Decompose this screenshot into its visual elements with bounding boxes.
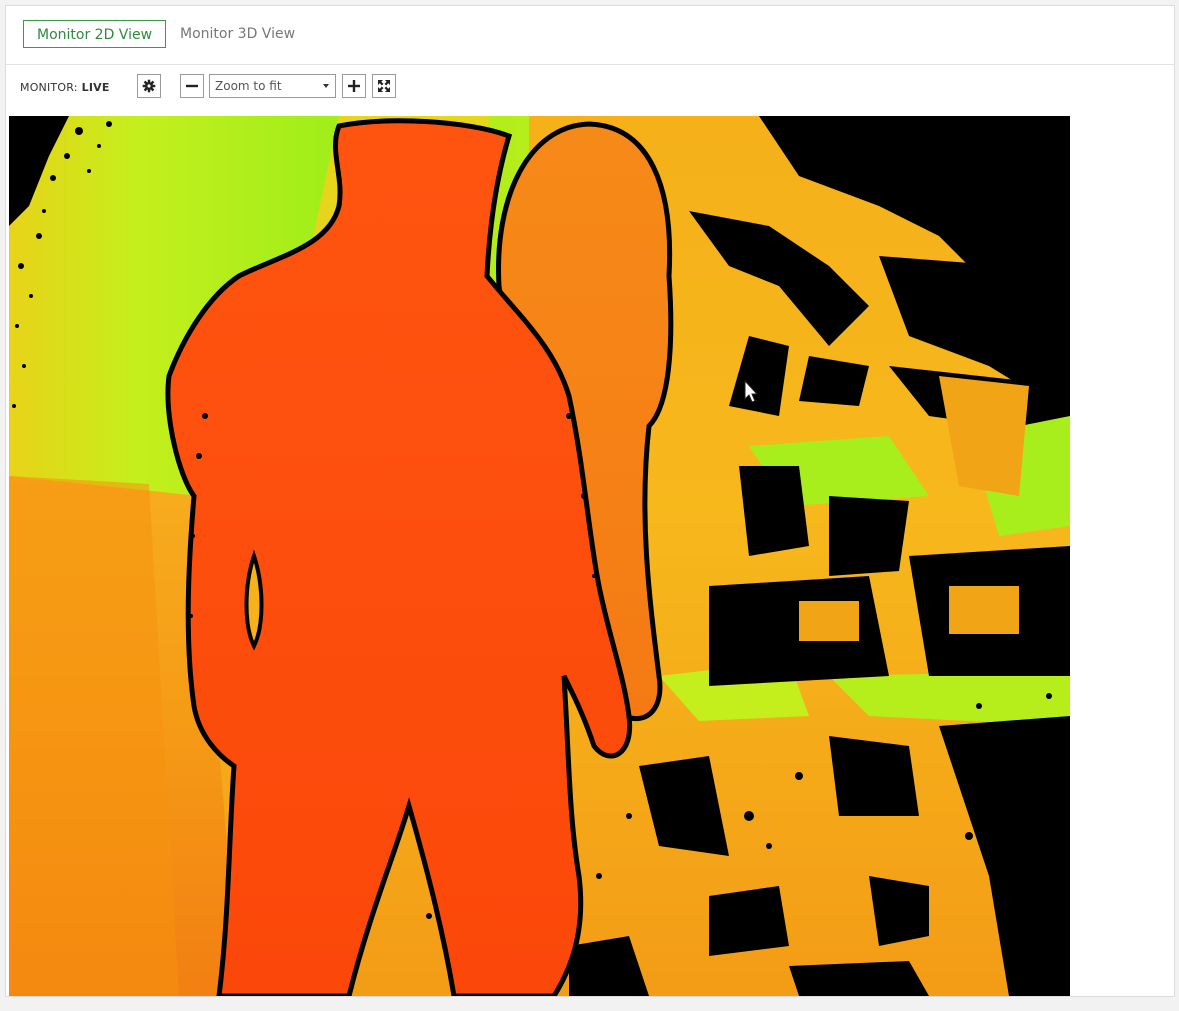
fit-to-screen-button[interactable] [372, 74, 396, 98]
settings-button[interactable] [137, 74, 161, 98]
plus-icon [348, 80, 360, 92]
zoom-in-button[interactable] [342, 74, 366, 98]
zoom-select[interactable]: Zoom to fit [209, 74, 336, 98]
monitor-label-text: MONITOR: [20, 81, 78, 94]
zoom-select-value: Zoom to fit [215, 79, 282, 93]
tab-monitor-3d-view[interactable]: Monitor 3D View [167, 20, 308, 48]
view-tab-bar: Monitor 2D View Monitor 3D View [6, 6, 1174, 65]
chevron-down-icon [323, 84, 329, 88]
monitor-panel: Monitor 2D View Monitor 3D View MONITOR:… [5, 5, 1175, 997]
monitor-live-badge: LIVE [81, 81, 110, 94]
monitor-toolbar: MONITOR: LIVE Zoom to fit [6, 65, 1174, 115]
expand-icon [378, 80, 390, 92]
zoom-out-button[interactable] [180, 74, 204, 98]
gear-icon [142, 79, 156, 93]
tab-monitor-2d-view[interactable]: Monitor 2D View [23, 20, 167, 48]
minus-icon [186, 84, 198, 88]
depth-camera-image [9, 116, 1070, 996]
monitor-status-label: MONITOR: LIVE [20, 81, 110, 94]
depth-camera-view[interactable] [9, 116, 1070, 996]
